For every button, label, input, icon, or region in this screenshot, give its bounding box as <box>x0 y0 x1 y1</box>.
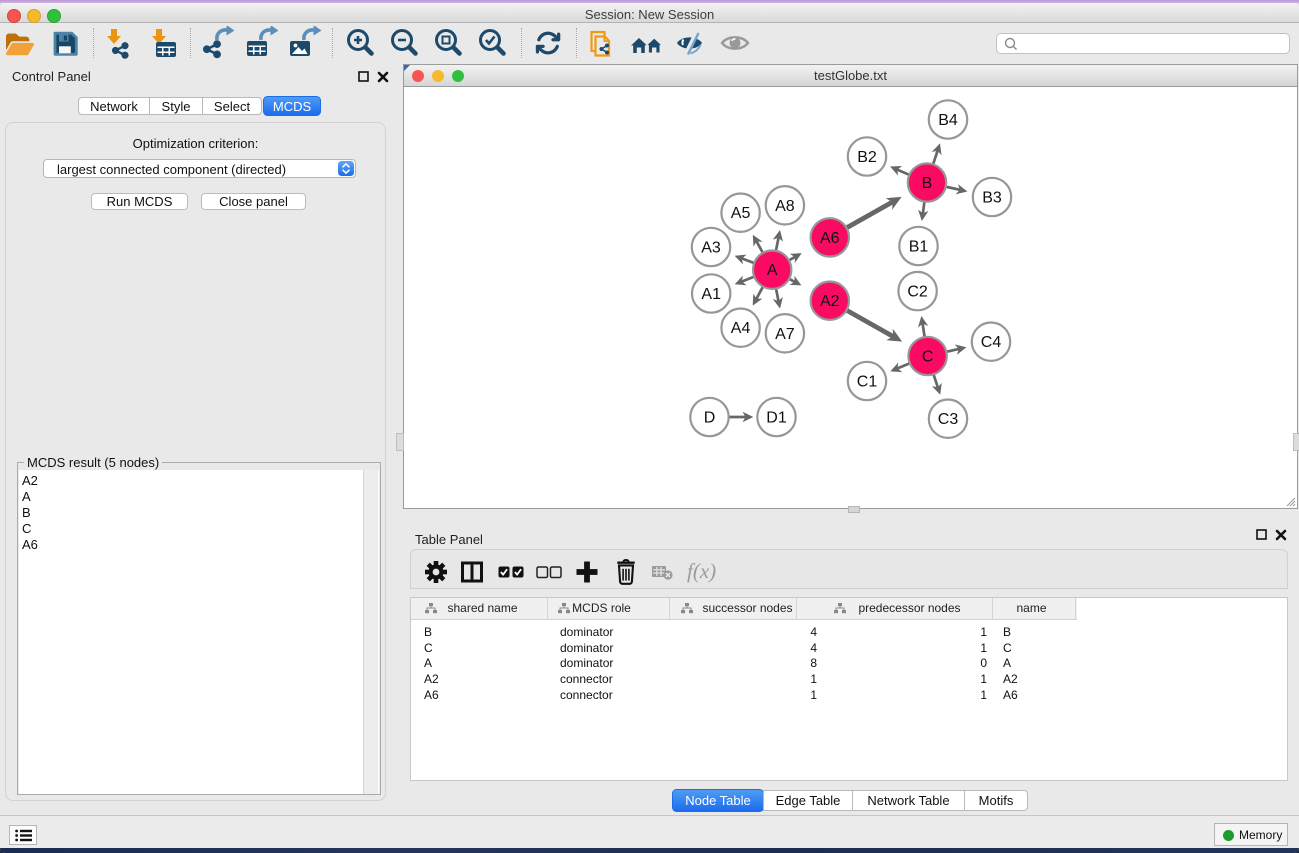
svg-text:C1: C1 <box>857 374 878 391</box>
svg-text:B1: B1 <box>909 239 929 256</box>
svg-text:f(x): f(x) <box>687 559 716 583</box>
svg-text:D: D <box>704 410 716 427</box>
svg-text:B3: B3 <box>982 190 1002 207</box>
svg-text:C2: C2 <box>907 284 928 301</box>
svg-text:A8: A8 <box>775 198 795 215</box>
svg-text:A1: A1 <box>701 286 721 303</box>
svg-text:A2: A2 <box>820 293 840 310</box>
svg-text:A3: A3 <box>701 240 721 257</box>
svg-text:A5: A5 <box>731 205 751 222</box>
svg-text:A4: A4 <box>731 320 751 337</box>
svg-text:A7: A7 <box>775 326 795 343</box>
svg-text:B: B <box>922 175 933 192</box>
svg-text:D1: D1 <box>766 410 787 427</box>
svg-text:A: A <box>767 262 778 279</box>
svg-text:A6: A6 <box>820 230 840 247</box>
svg-text:C4: C4 <box>981 334 1002 351</box>
svg-text:C3: C3 <box>938 411 959 428</box>
svg-text:C: C <box>922 349 934 366</box>
svg-text:B4: B4 <box>938 112 958 129</box>
svg-text:B2: B2 <box>857 149 877 166</box>
